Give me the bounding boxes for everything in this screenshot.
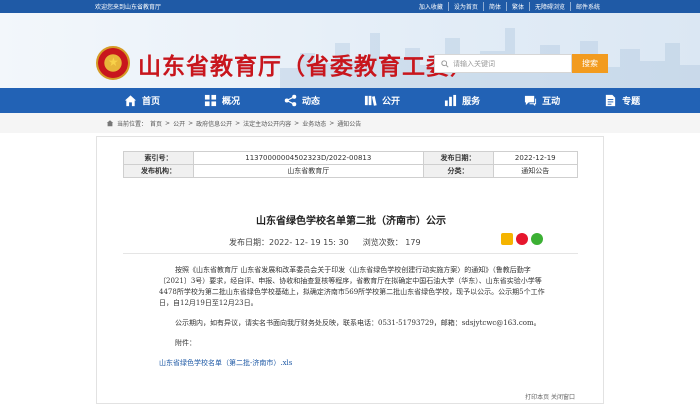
category-label: 分类： [422,164,494,178]
category-value: 通知公告 [492,164,579,178]
search-box: 请输入关键词 搜索 [434,54,608,73]
meta-table: 索引号： 11370000004502323D/2022-00813 发布日期：… [123,151,579,178]
site-title: 山东省教育厅（省委教育工委） [138,53,474,80]
article-body: 按照《山东省教育厅 山东省发展和改革委员会关于印发〈山东省绿色学校创建行动实施方… [159,265,549,378]
nav-item-public[interactable]: 公开 [364,94,400,107]
article-panel: 索引号： 11370000004502323D/2022-00813 发布日期：… [96,136,604,404]
nav-item-news[interactable]: 动态 [284,94,320,107]
book-icon [364,95,377,106]
home-location-icon [106,120,114,127]
article-paragraph: 按照《山东省教育厅 山东省发展和改革委员会关于印发〈山东省绿色学校创建行动实施方… [159,266,545,307]
index-label: 索引号： [123,151,194,165]
top-bar: 欢迎您来到山东省教育厅 加入收藏 设为首页 简体 繁体 无障碍浏览 邮件系统 [0,0,700,13]
qzone-share-icon[interactable] [501,233,513,245]
org-label: 发布机构： [123,164,194,178]
top-link-homepage[interactable]: 设为首页 [447,2,483,11]
breadcrumb-notice[interactable]: 通知公告 [337,119,361,128]
chat-icon [525,95,537,107]
views-label: 浏览次数： [362,238,403,247]
nav-item-overview[interactable]: 概况 [204,94,240,107]
publish-info: 发布日期：2022- 12- 19 15: 30 浏览次数： 179 [229,237,421,248]
index-value: 11370000004502323D/2022-00813 [193,151,424,165]
top-link-mail[interactable]: 邮件系统 [569,2,605,11]
org-value: 山东省教育厅 [193,164,424,178]
home-icon [124,95,137,107]
doc-icon [605,94,616,107]
divider [123,253,578,254]
share-icon [284,94,297,107]
search-input[interactable]: 请输入关键词 [434,54,572,73]
nav-item-service[interactable]: 服务 [444,94,480,107]
breadcrumb: 当前位置： 首页 > 公开 > 政府信息公开 > 法定主动公开内容 > 业务动态 > 通知… [0,113,700,133]
nav-item-topics[interactable]: 专题 [604,94,640,107]
meta-row: 索引号： 11370000004502323D/2022-00813 发布日期：… [123,151,579,165]
views-count: 179 [405,238,421,247]
attachment-label: 附件： [175,339,196,347]
breadcrumb-home[interactable]: 首页 [150,119,162,128]
top-links: 加入收藏 设为首页 简体 繁体 无障碍浏览 邮件系统 [414,2,605,11]
share-buttons [501,233,543,245]
breadcrumb-business[interactable]: 业务动态 [302,119,326,128]
pub-time-label: 发布日期： [229,238,269,247]
bars-icon [444,94,457,107]
search-placeholder: 请输入关键词 [453,59,495,68]
article-paragraph: 公示期内，如有异议，请实名书面向我厅财务处反映，联系电话：0531-517937… [175,319,541,327]
date-label: 发布日期： [422,151,494,165]
top-link-favorite[interactable]: 加入收藏 [414,2,448,11]
welcome-text: 欢迎您来到山东省教育厅 [95,4,162,11]
top-link-simplified[interactable]: 简体 [482,2,506,11]
attachment-link[interactable]: 山东省绿色学校名单（第二批-济南市）.xls [159,358,549,369]
breadcrumb-public[interactable]: 公开 [173,119,185,128]
national-emblem-logo: ★ [96,46,130,80]
main-nav: 首页 概况 动态 公开 服务 互动 专题 [0,88,700,113]
top-link-accessibility[interactable]: 无障碍浏览 [528,2,570,11]
breadcrumb-statutory[interactable]: 法定主动公开内容 [243,119,291,128]
grid-icon [204,94,217,107]
top-link-traditional[interactable]: 繁体 [505,2,529,11]
wechat-share-icon[interactable] [531,233,543,245]
nav-item-home[interactable]: 首页 [124,94,160,107]
weibo-share-icon[interactable] [516,233,528,245]
meta-row: 发布机构： 山东省教育厅 分类： 通知公告 [123,164,579,178]
site-header: ★ 山东省教育厅（省委教育工委） 请输入关键词 搜索 [0,13,700,88]
search-icon [441,59,449,68]
article-title: 山东省绿色学校名单第二批（济南市）公示 [256,216,446,227]
print-close-actions[interactable]: 打印本页 关闭窗口 [525,392,575,401]
search-button[interactable]: 搜索 [572,54,608,73]
nav-item-interaction[interactable]: 互动 [524,94,560,107]
pub-time: 2022- 12- 19 15: 30 [269,238,349,247]
date-value: 2022-12-19 [492,151,579,165]
breadcrumb-gov-info[interactable]: 政府信息公开 [196,119,232,128]
